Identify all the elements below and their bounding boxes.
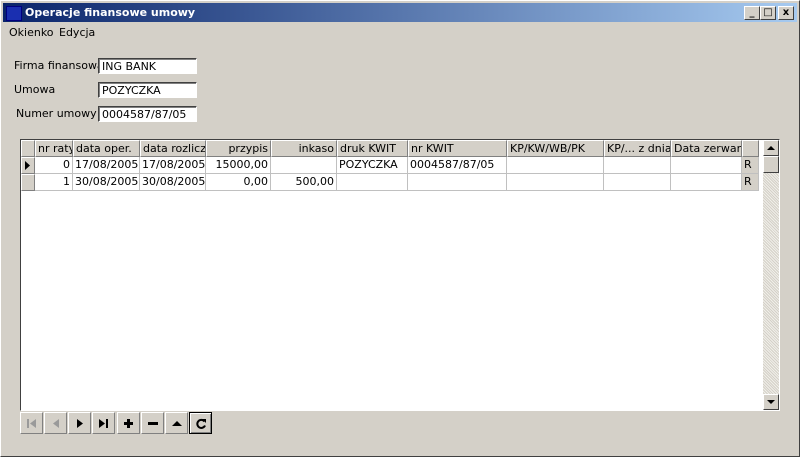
nav-edit-button[interactable] — [165, 412, 188, 434]
arrow-up-icon — [767, 146, 775, 150]
current-row-arrow-icon — [25, 161, 30, 170]
cell-data-oper[interactable]: 30/08/2005 — [73, 174, 140, 191]
prior-icon — [53, 419, 59, 428]
cell-nr-kwit[interactable]: 0004587/87/05 — [408, 157, 507, 174]
nav-prior-button[interactable] — [44, 412, 67, 434]
insert-icon — [124, 419, 133, 428]
cell-druk-kwit[interactable]: POZYCZKA — [337, 157, 408, 174]
scroll-thumb[interactable] — [763, 156, 779, 173]
first-icon — [27, 419, 36, 428]
numer-field[interactable]: 0004587/87/05 — [98, 106, 197, 122]
row-indicator — [21, 174, 35, 191]
minimize-button[interactable]: _ — [744, 6, 760, 20]
main-window: Operacje finansowe umowy _ □ x Okienko E… — [0, 0, 800, 457]
cell-inkaso[interactable] — [271, 157, 337, 174]
cell-kp-kw-wb-pk[interactable] — [507, 157, 604, 174]
cell-extra[interactable]: R — [742, 174, 759, 191]
nav-next-button[interactable] — [68, 412, 91, 434]
operations-grid[interactable]: nr raty data oper. data rozlicz. przypis… — [20, 139, 780, 411]
next-icon — [77, 419, 83, 428]
cell-data-zerwania[interactable] — [671, 157, 742, 174]
scroll-up-button[interactable] — [763, 140, 779, 156]
edit-icon — [172, 421, 182, 426]
close-button[interactable]: x — [778, 6, 794, 20]
col-data-zerwania[interactable]: Data zerwania — [671, 140, 742, 157]
cell-extra[interactable]: R — [742, 157, 759, 174]
last-icon — [99, 419, 108, 428]
menu-okienko[interactable]: Okienko — [9, 26, 54, 39]
col-data-rozlicz[interactable]: data rozlicz. — [140, 140, 206, 157]
col-inkaso[interactable]: inkaso — [271, 140, 337, 157]
cell-nr-raty[interactable]: 0 — [35, 157, 73, 174]
row-indicator — [21, 157, 35, 174]
cell-data-zerwania[interactable] — [671, 174, 742, 191]
nav-delete-button[interactable] — [141, 412, 164, 434]
col-data-oper[interactable]: data oper. — [73, 140, 140, 157]
col-kp-kw-wb-pk[interactable]: KP/KW/WB/PK — [507, 140, 604, 157]
nav-last-button[interactable] — [92, 412, 115, 434]
cell-kp-z-dnia[interactable] — [604, 157, 671, 174]
arrow-down-icon — [767, 400, 775, 404]
col-nr-raty[interactable]: nr raty — [35, 140, 73, 157]
cell-data-rozlicz[interactable]: 30/08/2005 — [140, 174, 206, 191]
cell-nr-raty[interactable]: 1 — [35, 174, 73, 191]
cell-kp-kw-wb-pk[interactable] — [507, 174, 604, 191]
title-bar[interactable]: Operacje finansowe umowy _ □ x — [3, 3, 797, 22]
col-nr-kwit[interactable]: nr KWIT — [408, 140, 507, 157]
vertical-scrollbar[interactable] — [763, 140, 779, 410]
numer-label: Numer umowy — [16, 107, 97, 120]
col-kp-z-dnia[interactable]: KP/... z dnia — [604, 140, 671, 157]
cell-przypis[interactable]: 15000,00 — [206, 157, 271, 174]
nav-first-button[interactable] — [20, 412, 43, 434]
umowa-label: Umowa — [14, 83, 56, 96]
firma-label: Firma finansowa — [14, 59, 104, 72]
header-indicator — [21, 140, 35, 157]
app-icon — [6, 6, 22, 21]
cell-druk-kwit[interactable] — [337, 174, 408, 191]
delete-icon — [148, 422, 158, 425]
cell-data-rozlicz[interactable]: 17/08/2005 — [140, 157, 206, 174]
window-title: Operacje finansowe umowy — [25, 6, 196, 19]
col-druk-kwit[interactable]: druk KWIT — [337, 140, 408, 157]
cell-przypis[interactable]: 0,00 — [206, 174, 271, 191]
firma-field[interactable]: ING BANK — [98, 58, 197, 74]
refresh-icon — [196, 418, 206, 429]
cell-data-oper[interactable]: 17/08/2005 — [73, 157, 140, 174]
nav-insert-button[interactable] — [117, 412, 140, 434]
menu-edycja[interactable]: Edycja — [59, 26, 95, 39]
cell-inkaso[interactable]: 500,00 — [271, 174, 337, 191]
cell-kp-z-dnia[interactable] — [604, 174, 671, 191]
umowa-field[interactable]: POZYCZKA — [98, 82, 197, 98]
nav-refresh-button[interactable] — [189, 412, 212, 434]
scroll-down-button[interactable] — [763, 394, 779, 410]
cell-nr-kwit[interactable] — [408, 174, 507, 191]
maximize-button[interactable]: □ — [760, 6, 776, 20]
col-przypis[interactable]: przypis — [206, 140, 271, 157]
col-extra[interactable] — [742, 140, 759, 157]
